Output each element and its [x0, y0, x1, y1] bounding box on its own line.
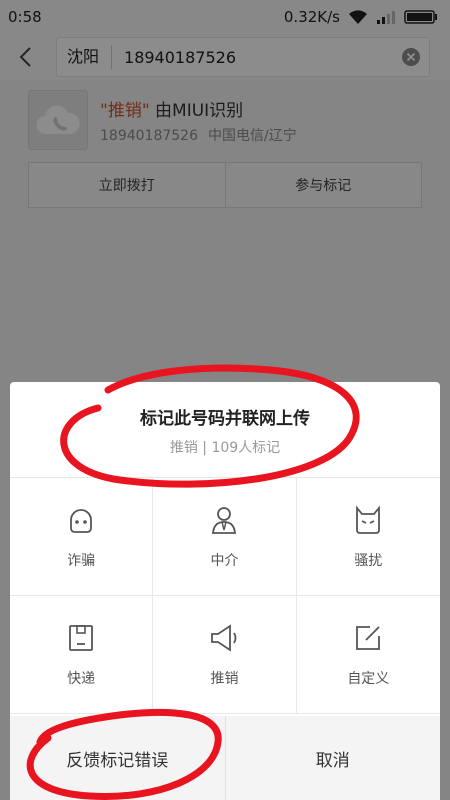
option-custom[interactable]: 自定义 — [296, 596, 440, 714]
option-promotion[interactable]: 推销 — [153, 596, 297, 714]
option-agent[interactable]: 中介 — [153, 478, 297, 596]
option-label: 中介 — [210, 552, 239, 569]
option-label: 快递 — [67, 670, 96, 687]
sheet-title: 标记此号码并联网上传 — [140, 409, 310, 429]
sheet-subtitle: 推销 | 109人标记 — [169, 440, 281, 456]
option-label: 推销 — [210, 670, 239, 687]
harass-devil-icon — [356, 505, 381, 534]
cancel-button[interactable]: 取消 — [224, 716, 441, 800]
sheet-header: 标记此号码并联网上传 推销 | 109人标记 — [10, 382, 440, 478]
edit-icon — [356, 625, 381, 650]
sheet-footer: 反馈标记错误 取消 — [10, 716, 440, 800]
option-label: 骚扰 — [354, 552, 383, 569]
option-fraud[interactable]: 诈骗 — [10, 478, 154, 596]
agent-person-icon — [212, 506, 237, 534]
option-label: 诈骗 — [67, 552, 96, 569]
delivery-box-icon — [69, 624, 94, 651]
option-label: 自定义 — [347, 670, 390, 687]
option-harass[interactable]: 骚扰 — [296, 478, 440, 596]
mark-options-grid: 诈骗 中介 骚扰 快递 推销 自定义 — [10, 478, 440, 714]
mark-number-sheet: 标记此号码并联网上传 推销 | 109人标记 诈骗 中介 骚扰 快递 推销 自定… — [10, 382, 440, 800]
fraud-face-icon — [70, 508, 93, 533]
feedback-error-button[interactable]: 反馈标记错误 — [10, 716, 225, 800]
megaphone-icon — [211, 623, 237, 652]
option-delivery[interactable]: 快递 — [10, 596, 154, 714]
